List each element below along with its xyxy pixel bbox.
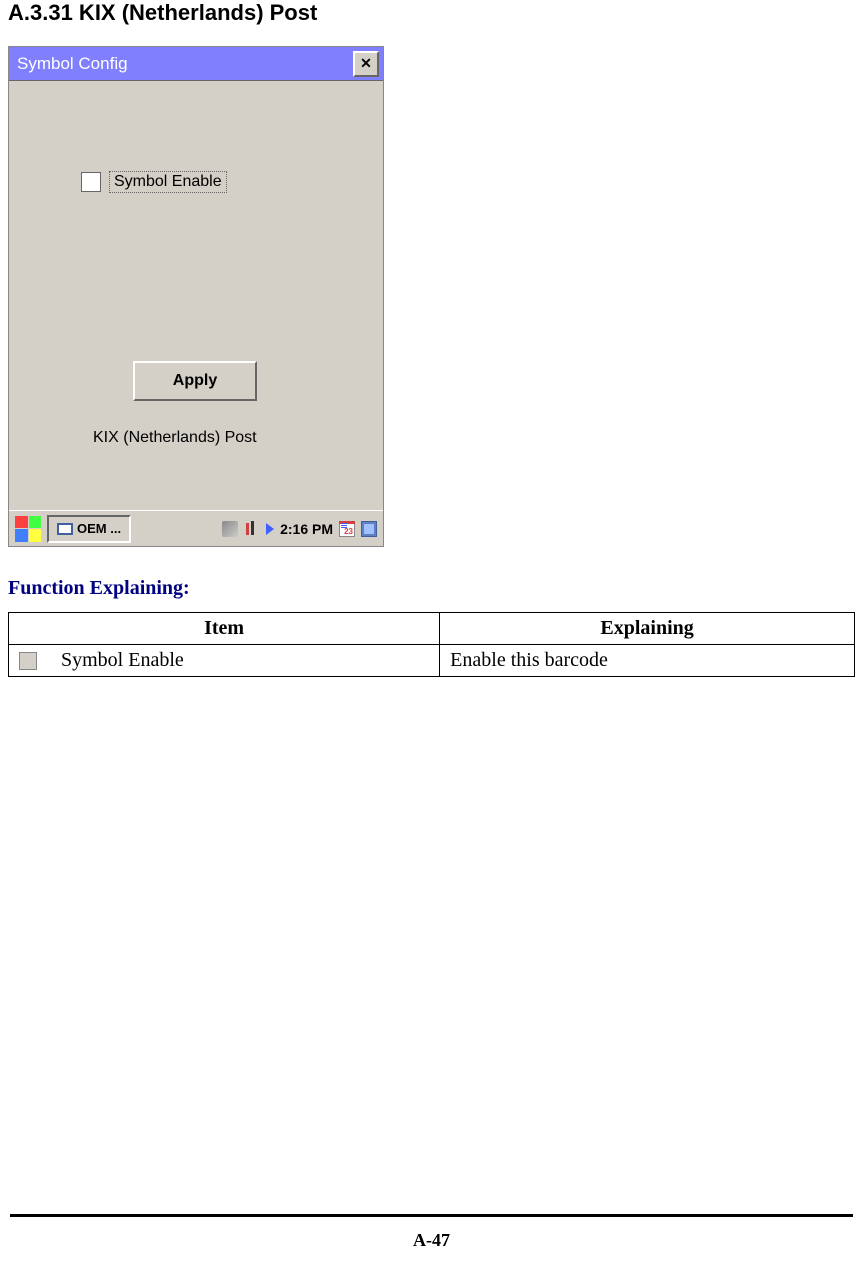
system-tray: 2:16 PM 23 [133,521,381,537]
table-header-row: Item Explaining [9,613,855,645]
function-table: Item Explaining Symbol Enable Enable thi… [8,612,855,677]
close-icon: ✕ [360,55,372,72]
taskbar-app-label: OEM ... [77,521,121,536]
titlebar-text: Symbol Config [13,54,353,74]
table-row: Symbol Enable Enable this barcode [9,645,855,677]
header-explaining: Explaining [440,613,855,645]
titlebar: Symbol Config ✕ [9,47,383,81]
clock[interactable]: 2:16 PM [280,521,333,537]
taskbar: OEM ... 2:16 PM 23 [9,510,383,546]
volume-icon[interactable] [222,521,238,537]
start-button[interactable] [15,516,41,542]
symbol-enable-checkbox[interactable] [81,172,101,192]
section-heading: A.3.31 KIX (Netherlands) Post [8,0,855,26]
dialog-subtitle: KIX (Netherlands) Post [93,429,257,447]
apply-button[interactable]: Apply [133,361,257,401]
dialog-body: Symbol Enable Apply KIX (Netherlands) Po… [9,81,383,510]
header-item: Item [9,613,440,645]
signal-icon[interactable] [244,521,260,537]
page-number: A-47 [0,1230,863,1251]
explaining-cell: Enable this barcode [440,645,855,677]
item-cell: Symbol Enable [9,645,440,677]
taskbar-app-button[interactable]: OEM ... [47,515,131,543]
item-text: Symbol Enable [61,649,184,672]
symbol-enable-label: Symbol Enable [109,171,227,193]
screenshot-dialog: Symbol Config ✕ Symbol Enable Apply KIX … [8,46,384,547]
checkbox-icon [19,652,37,670]
close-button[interactable]: ✕ [353,51,379,77]
function-explaining-heading: Function Explaining: [8,577,855,600]
footer-rule [10,1214,853,1217]
app-icon [57,523,73,535]
calendar-icon[interactable]: 23 [339,521,355,537]
tray-arrow-icon[interactable] [266,523,274,535]
show-desktop-icon[interactable] [361,521,377,537]
symbol-enable-row: Symbol Enable [81,171,227,193]
